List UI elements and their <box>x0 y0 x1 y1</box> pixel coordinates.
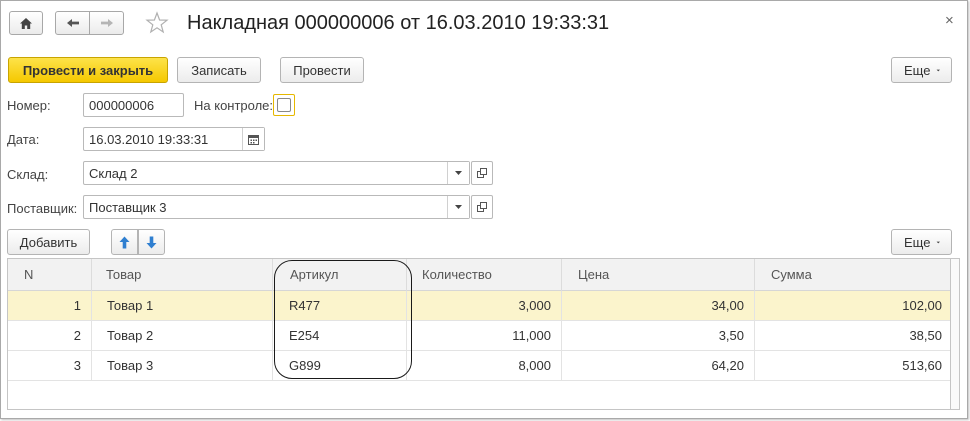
back-arrow-icon <box>66 19 79 27</box>
cell-price: 34,00 <box>562 291 755 321</box>
cell-sum: 38,50 <box>909 328 942 343</box>
cell-sku: R477 <box>273 291 407 321</box>
supplier-field[interactable]: Поставщик 3 <box>83 195 470 219</box>
document-window: Накладная 000000006 от 16.03.2010 19:33:… <box>0 0 968 419</box>
add-row-button[interactable]: Добавить <box>7 229 90 255</box>
date-field[interactable]: 16.03.2010 19:33:31 <box>83 127 265 151</box>
supplier-label: Поставщик: <box>7 201 78 216</box>
post-button[interactable]: Провести <box>280 57 364 83</box>
date-value: 16.03.2010 19:33:31 <box>89 131 209 147</box>
table-row[interactable]: 3 Товар 3 G899 8,000 64,20 513,60 <box>8 351 950 381</box>
date-label: Дата: <box>7 132 40 147</box>
arrow-down-icon <box>146 236 157 248</box>
chevron-down-icon <box>937 241 941 243</box>
column-header-qty[interactable]: Количество <box>407 259 562 291</box>
cell-n: 3 <box>8 351 92 381</box>
table-more-menu-label: Еще <box>904 234 931 250</box>
supplier-dropdown-button[interactable] <box>447 196 469 218</box>
column-header-product[interactable]: Товар <box>92 259 273 291</box>
column-header-n[interactable]: N <box>8 259 92 291</box>
column-header-sum[interactable]: Сумма <box>755 259 950 291</box>
cell-qty: 8,000 <box>407 351 562 381</box>
favorite-star-icon <box>145 11 169 34</box>
warehouse-label: Склад: <box>7 167 49 182</box>
more-menu-button[interactable]: Еще <box>891 57 952 83</box>
cell-n: 2 <box>8 321 92 351</box>
forward-button[interactable] <box>89 11 124 35</box>
move-down-button[interactable] <box>138 229 165 255</box>
chevron-down-icon <box>455 171 462 175</box>
chevron-down-icon <box>937 69 941 71</box>
table-header: N Товар Артикул Количество Цена Сумма <box>8 259 950 291</box>
home-icon <box>20 17 32 29</box>
calendar-button[interactable] <box>242 128 264 150</box>
cell-product: Товар 3 <box>92 351 273 381</box>
forward-arrow-icon <box>100 19 113 27</box>
close-icon[interactable]: × <box>945 12 954 29</box>
warehouse-field[interactable]: Склад 2 <box>83 161 470 185</box>
chevron-down-icon <box>455 205 462 209</box>
on-control-checkbox[interactable] <box>273 94 295 116</box>
number-label: Номер: <box>7 98 51 113</box>
cell-qty: 11,000 <box>407 321 562 351</box>
cell-qty: 3,000 <box>407 291 562 321</box>
warehouse-dropdown-button[interactable] <box>447 162 469 184</box>
open-form-icon <box>477 168 487 178</box>
cell-product: Товар 2 <box>92 321 273 351</box>
warehouse-value: Склад 2 <box>89 165 138 181</box>
cell-sum: 513,60 <box>902 358 942 373</box>
cell-sku: G899 <box>273 351 407 381</box>
number-field[interactable]: 000000006 <box>83 93 184 117</box>
supplier-open-button[interactable] <box>471 195 493 219</box>
post-and-close-button[interactable]: Провести и закрыть <box>8 57 168 83</box>
cell-sum: 102,00 <box>902 298 942 313</box>
checkbox-box <box>277 98 291 112</box>
cell-price: 64,20 <box>562 351 755 381</box>
on-control-label: На контроле: <box>194 98 274 113</box>
arrow-up-icon <box>119 236 130 248</box>
page-title: Накладная 000000006 от 16.03.2010 19:33:… <box>187 12 610 34</box>
home-button[interactable] <box>9 11 43 35</box>
table-scrollbar[interactable] <box>951 258 960 410</box>
move-up-button[interactable] <box>111 229 138 255</box>
cell-product: Товар 1 <box>92 291 273 321</box>
back-button[interactable] <box>55 11 90 35</box>
table-more-menu-button[interactable]: Еще <box>891 229 952 255</box>
column-header-price[interactable]: Цена <box>562 259 755 291</box>
supplier-value: Поставщик 3 <box>89 199 167 215</box>
favorite-button[interactable] <box>145 11 169 38</box>
warehouse-open-button[interactable] <box>471 161 493 185</box>
table-row[interactable]: 2 Товар 2 E254 11,000 3,50 38,50 <box>8 321 950 351</box>
write-button[interactable]: Записать <box>177 57 261 83</box>
goods-table[interactable]: N Товар Артикул Количество Цена Сумма 1 … <box>7 258 951 410</box>
more-menu-label: Еще <box>904 62 931 78</box>
open-form-icon <box>477 202 487 212</box>
calendar-icon <box>248 134 259 145</box>
table-row[interactable]: 1 Товар 1 R477 3,000 34,00 102,00 <box>8 291 950 321</box>
cell-n: 1 <box>8 291 92 321</box>
cell-price: 3,50 <box>562 321 755 351</box>
column-header-sku[interactable]: Артикул <box>273 259 407 291</box>
cell-sku: E254 <box>273 321 407 351</box>
